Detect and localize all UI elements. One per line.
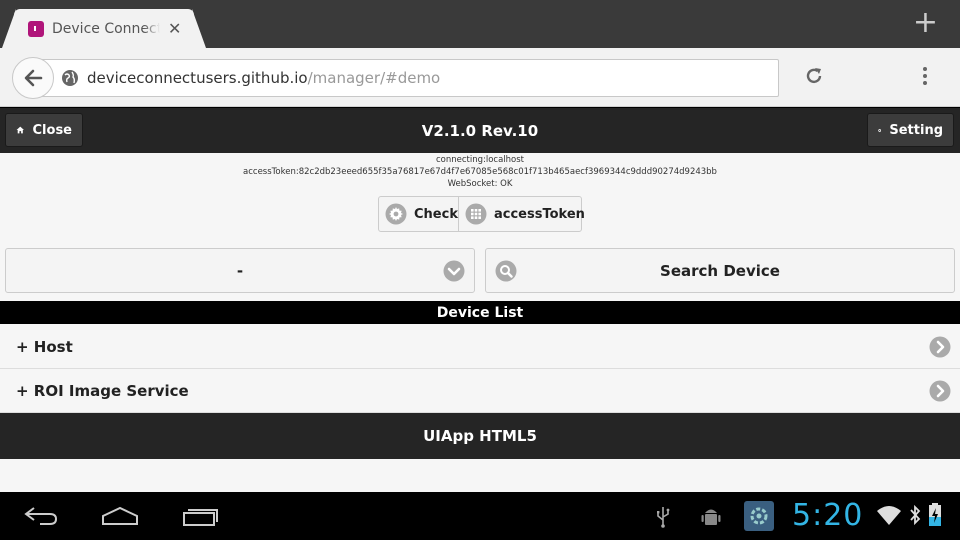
- websocket-status-text: WebSocket: OK: [447, 179, 513, 189]
- page-title: V2.1.0 Rev.10: [421, 121, 539, 140]
- system-clock: 5:20: [792, 498, 864, 533]
- bluetooth-icon: [910, 504, 921, 526]
- search-icon: [495, 260, 517, 282]
- back-button[interactable]: [12, 57, 54, 99]
- usb-icon: [657, 507, 670, 528]
- battery-charging-icon: [929, 503, 941, 526]
- chevron-down-icon: [443, 260, 465, 282]
- system-nav-bar: 5:20: [0, 492, 960, 540]
- check-button[interactable]: Check: [379, 197, 459, 231]
- connecting-text: connecting:localhost: [435, 155, 525, 165]
- overflow-menu-icon[interactable]: [922, 66, 928, 86]
- address-bar[interactable]: deviceconnectusers.github.io/manager/#de…: [32, 59, 779, 97]
- reload-icon[interactable]: [804, 66, 824, 86]
- device-connect-notification-icon[interactable]: [744, 501, 774, 531]
- list-item-label: + ROI Image Service: [16, 381, 189, 400]
- chevron-right-icon: [929, 380, 951, 402]
- search-device-button[interactable]: Search Device: [485, 248, 955, 293]
- system-recents-icon[interactable]: [182, 504, 220, 528]
- tab-close-icon[interactable]: ✕: [168, 19, 181, 38]
- device-list-item-roi-image-service[interactable]: + ROI Image Service: [0, 369, 960, 413]
- device-select[interactable]: -: [5, 248, 475, 293]
- access-token-text: accessToken:82c2db23eeed655f35a76817e67d…: [243, 167, 717, 177]
- system-home-icon[interactable]: [101, 504, 139, 528]
- globe-icon: [62, 70, 78, 86]
- check-button-label: Check: [414, 206, 458, 222]
- gear-icon: [878, 128, 882, 132]
- setting-button[interactable]: Setting: [867, 113, 954, 147]
- tab-title: Device Connect UI: [52, 20, 160, 37]
- site-favicon-icon: [28, 20, 44, 37]
- search-device-label: Search Device: [660, 261, 780, 280]
- url-path: /manager/#demo: [307, 69, 441, 87]
- close-button[interactable]: Close: [5, 113, 83, 147]
- close-button-label: Close: [32, 122, 72, 138]
- web-page: Close V2.1.0 Rev.10 Setting connecting:l…: [0, 108, 960, 492]
- chevron-right-icon: [929, 336, 951, 358]
- grid-icon: [465, 203, 487, 225]
- setting-button-label: Setting: [889, 122, 943, 138]
- app-footer: UIApp HTML5: [0, 413, 960, 459]
- action-button-group: Check accessToken: [378, 196, 585, 232]
- browser-tab-strip: Device Connect UI ✕ +: [0, 0, 960, 48]
- gear-icon: [385, 203, 407, 225]
- url-host: deviceconnectusers.github.io: [87, 69, 308, 87]
- app-header: Close V2.1.0 Rev.10 Setting: [0, 108, 960, 153]
- connection-info: connecting:localhost accessToken:82c2db2…: [0, 153, 960, 190]
- system-back-icon[interactable]: [22, 504, 60, 528]
- device-list-item-host[interactable]: + Host: [0, 325, 960, 369]
- access-token-button[interactable]: accessToken: [459, 197, 585, 231]
- device-list-header: Device List: [0, 301, 960, 324]
- new-tab-plus-icon[interactable]: +: [913, 8, 938, 38]
- home-icon: [16, 126, 24, 134]
- browser-toolbar: deviceconnectusers.github.io/manager/#de…: [0, 48, 960, 137]
- wifi-icon: [877, 506, 901, 525]
- back-arrow-icon: [24, 69, 43, 87]
- android-debug-icon: [701, 509, 721, 525]
- browser-tab[interactable]: Device Connect UI ✕: [14, 9, 194, 48]
- url-text: deviceconnectusers.github.io/manager/#de…: [87, 69, 440, 87]
- device-select-value: -: [236, 261, 244, 280]
- access-token-button-label: accessToken: [493, 206, 585, 222]
- list-item-label: + Host: [16, 337, 73, 356]
